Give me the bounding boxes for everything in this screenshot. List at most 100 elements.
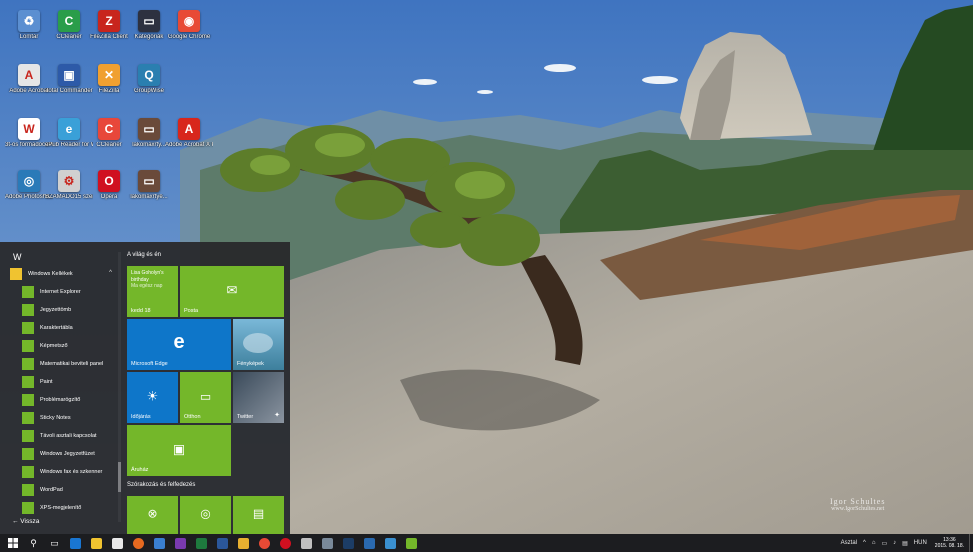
tile-photos[interactable]: Fényképek xyxy=(233,319,284,370)
taskbar-app-3[interactable] xyxy=(172,536,189,550)
task-view-button[interactable]: ▭ xyxy=(46,536,63,550)
app-list-item-label: Internet Explorer xyxy=(40,289,81,295)
tile-label: Otthon xyxy=(184,414,201,420)
xbox-icon: ⊗ xyxy=(147,506,158,521)
app-list-scrollbar[interactable] xyxy=(118,252,121,522)
scrollbar-thumb[interactable] xyxy=(118,462,121,492)
app-list-item-label: Windows fax és szkenner xyxy=(40,469,103,475)
app-list-item[interactable]: Windows Jegyzetfüzet xyxy=(22,446,118,462)
app-list-item-label: XPS-megjelenítő xyxy=(40,505,82,511)
tile-xbox[interactable]: ⊗ xyxy=(127,496,178,534)
tile-mail[interactable]: ✉ Posta xyxy=(180,266,284,317)
app-list-item-label: Problémarögzítő xyxy=(40,397,81,403)
tile-microsoft-edge[interactable]: e Microsoft Edge xyxy=(127,319,231,370)
taskbar-app-7[interactable] xyxy=(361,536,378,550)
app-group-label: Windows Kellékek xyxy=(28,271,73,277)
app-list-item[interactable]: WordPad xyxy=(22,482,118,498)
calendar-event-time: Ma egész nap xyxy=(131,283,163,289)
tile-movies-tv[interactable]: ▤ xyxy=(233,496,284,534)
language-indicator[interactable]: HUN xyxy=(914,540,927,546)
store-bag-icon: ▣ xyxy=(172,440,186,456)
tile-label: Posta xyxy=(184,308,199,314)
app-group-windows-accessories[interactable]: Windows Kellékek ^ xyxy=(10,266,118,282)
tile-label: Időjárás xyxy=(131,414,151,420)
all-apps-list: W Windows Kellékek ^ Internet Explorer Je… xyxy=(0,242,118,534)
chevron-up-icon[interactable]: ^ xyxy=(863,540,866,546)
tile-calendar[interactable]: Lisa Goholyn's birthday Ma egész nap ked… xyxy=(127,266,178,317)
show-desktop-button[interactable] xyxy=(969,534,973,552)
taskbar-app-explorer[interactable] xyxy=(88,536,105,550)
app-icon xyxy=(22,502,34,514)
music-disc-icon: ◎ xyxy=(200,506,211,521)
tile-groove-music[interactable]: ◎ xyxy=(180,496,231,534)
speaker-icon[interactable]: ♪ xyxy=(893,540,896,546)
app-list-item[interactable]: Sticky Notes xyxy=(22,410,118,426)
taskbar-app-store[interactable] xyxy=(109,536,126,550)
taskbar-app-8[interactable] xyxy=(382,536,399,550)
battery-icon[interactable]: ▭ xyxy=(881,540,887,547)
desktop-toolbar-label[interactable]: Asztal xyxy=(841,540,857,546)
firefox-icon xyxy=(133,537,144,549)
back-button[interactable]: ← Vissza xyxy=(12,518,39,525)
taskbar-app-2[interactable] xyxy=(151,536,168,550)
app-list-item[interactable]: Internet Explorer xyxy=(22,284,118,300)
desktop-icon[interactable]: ◉ Google Chrome xyxy=(165,8,213,54)
start-button[interactable] xyxy=(4,536,21,550)
app-list-item[interactable]: Karaktertábla xyxy=(22,320,118,336)
acrobat-pro-icon: A xyxy=(178,118,200,140)
app-icon xyxy=(22,376,34,388)
app-list-item[interactable]: Matematikai beviteli panel xyxy=(22,356,118,372)
calendar-event-title: Lisa Goholyn's xyxy=(131,270,164,276)
taskbar: ⚲ ▭ Asztal ^ ⌂ ▭ ♪ ▤ HUN 13:36 2015. 08.… xyxy=(0,534,973,552)
taskbar-app-6[interactable] xyxy=(319,536,336,550)
desktop-icon[interactable]: Q GroupWise xyxy=(125,62,173,108)
tile-phone-companion[interactable]: ▭ Otthon xyxy=(180,372,231,423)
app-icon xyxy=(322,537,333,549)
chevron-up-icon: ^ xyxy=(109,270,112,276)
app-list-item[interactable]: Problémarögzítő xyxy=(22,392,118,408)
photo-icon: ▭ xyxy=(138,118,160,140)
calendar-date: kedd 18 xyxy=(131,308,151,314)
taskbar-app-edge[interactable] xyxy=(67,536,84,550)
taskbar-app-opera[interactable] xyxy=(277,536,294,550)
taskbar-app-chrome[interactable] xyxy=(256,536,273,550)
taskbar-app-word[interactable] xyxy=(214,536,231,550)
tile-group-title[interactable]: A világ és én xyxy=(127,252,161,258)
letter-header-w[interactable]: W xyxy=(13,252,22,262)
opera-icon xyxy=(280,537,291,549)
tile-store[interactable]: ▣ Áruház xyxy=(127,425,231,476)
message-icon[interactable]: ▤ xyxy=(902,540,908,547)
app-list-item[interactable]: XPS-megjelenítő xyxy=(22,500,118,516)
recycle-bin-icon: ♻ xyxy=(18,10,40,32)
filezilla-icon: Z xyxy=(98,10,120,32)
app-icon xyxy=(406,537,417,549)
app-list-item-label: Sticky Notes xyxy=(40,415,71,421)
app-list-item[interactable]: Távoli asztali kapcsolat xyxy=(22,428,118,444)
app-icon xyxy=(385,537,396,549)
desktop-icon[interactable]: A Adobe Acrobat X Pro xyxy=(165,116,213,162)
taskbar-app-5[interactable] xyxy=(298,536,315,550)
tile-weather[interactable]: ☀ Időjárás xyxy=(127,372,178,423)
ccleaner-icon: C xyxy=(58,10,80,32)
taskbar-app-photoshop[interactable] xyxy=(340,536,357,550)
taskbar-app-firefox[interactable] xyxy=(130,536,147,550)
clock[interactable]: 13:36 2015. 08. 18. xyxy=(935,537,964,549)
taskbar-app-4[interactable] xyxy=(235,536,252,550)
tile-twitter[interactable]: ✦ Twitter xyxy=(233,372,284,423)
app-list-item[interactable]: Windows fax és szkenner xyxy=(22,464,118,480)
store-icon xyxy=(112,537,123,549)
photoshop-icon xyxy=(343,537,354,549)
app-icon xyxy=(301,537,312,549)
desktop-icon[interactable]: ▭ lakomáxrtyé... xyxy=(125,168,173,214)
search-button[interactable]: ⚲ xyxy=(25,536,42,550)
taskbar-app-excel[interactable] xyxy=(193,536,210,550)
mail-icon: ✉ xyxy=(226,281,238,297)
tile-group-title-2[interactable]: Szórakozás és felfedezés xyxy=(127,482,195,488)
app-list-item[interactable]: Jegyzettömb xyxy=(22,302,118,318)
app-icon xyxy=(22,394,34,406)
app-list-item[interactable]: Paint xyxy=(22,374,118,390)
network-icon[interactable]: ⌂ xyxy=(872,540,876,546)
taskbar-app-9[interactable] xyxy=(403,536,420,550)
search-icon: ⚲ xyxy=(30,537,37,548)
app-list-item[interactable]: Képmetsző xyxy=(22,338,118,354)
